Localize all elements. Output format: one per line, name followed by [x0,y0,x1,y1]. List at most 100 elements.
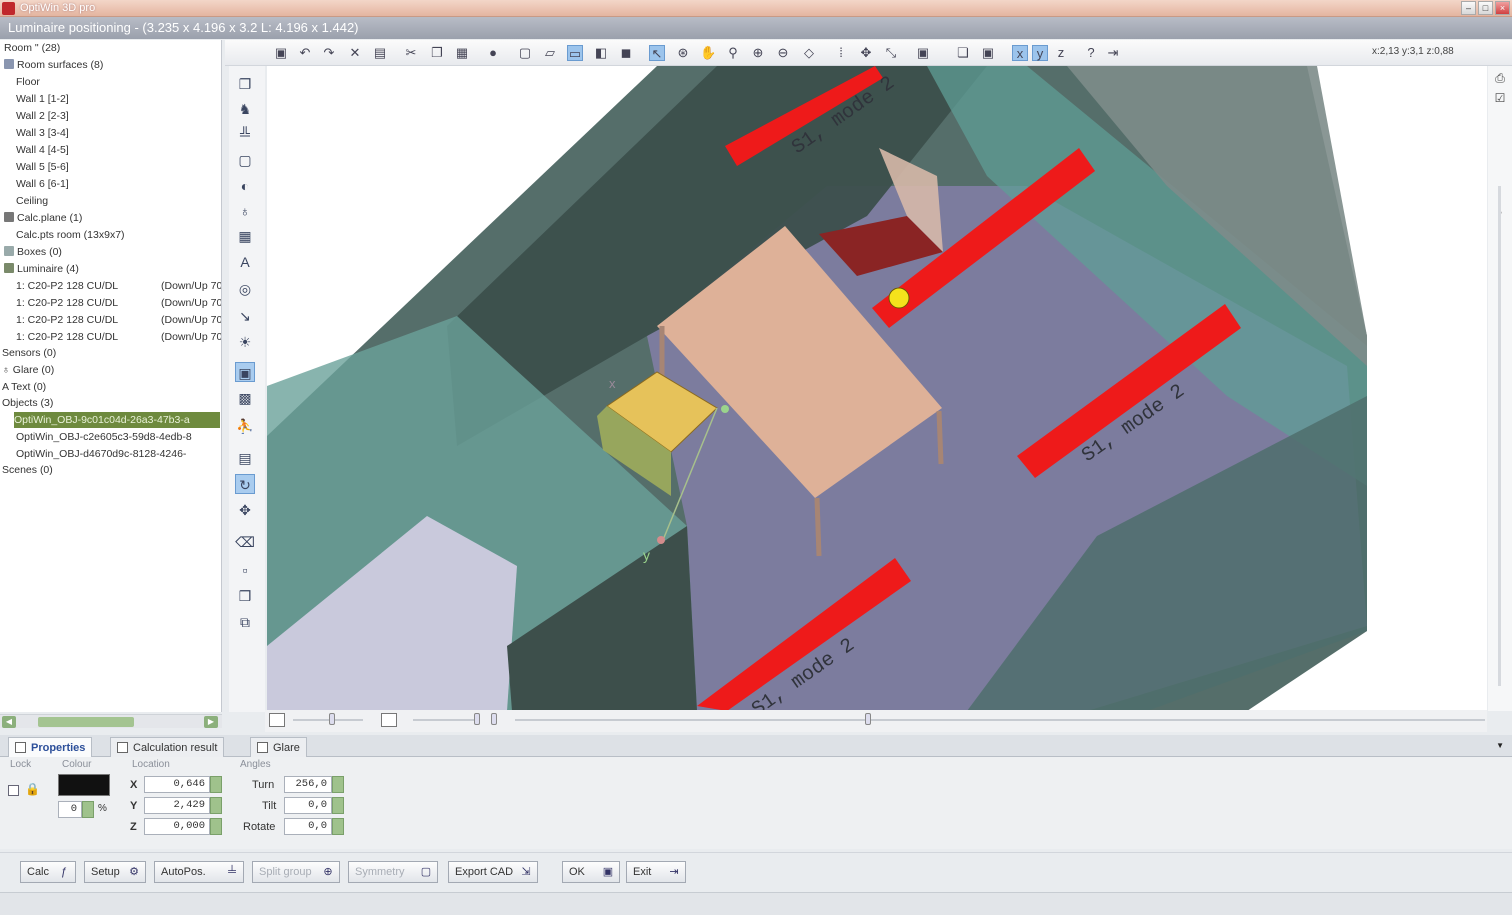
tree-item-object[interactable]: OptiWin_OBJ-c2e605c3-59d8-4edb-8 [16,429,192,445]
tree-item-wall[interactable]: Wall 3 [3-4] [16,125,69,141]
zoom-extents-icon[interactable]: ◇ [801,45,817,61]
view-front-icon[interactable]: ▢ [517,45,533,61]
setup-button[interactable]: Setup ⚙ [84,861,146,883]
vertical-slider[interactable] [1498,186,1501,686]
tab-glare[interactable]: Glare [250,737,307,757]
location-y-spinner[interactable] [210,797,222,814]
tree-item-luminaire-entry[interactable]: 1: C20-P2 128 CU/DL (Down/Up 70 [16,312,221,328]
delete-icon[interactable]: ✕ [347,45,363,61]
frame-tool-icon[interactable]: ▫ [235,560,255,580]
texture-tool-icon[interactable]: ▤ [235,448,255,468]
sensor-tool-icon[interactable]: ♁ [235,201,255,221]
view-iso-icon[interactable]: ◧ [593,45,609,61]
line-tool-icon[interactable]: ↘ [235,306,255,326]
select-object-icon[interactable]: ▣ [235,362,255,382]
tree-item-boxes[interactable]: Boxes (0) [4,244,62,260]
colour-spinner[interactable] [82,801,94,818]
info-icon[interactable]: ⇥ [1105,45,1121,61]
3d-viewport[interactable]: S1, mode 2 S1, mode 2 S1, mode 2 x y [267,66,1487,711]
axis-handle-icon[interactable] [657,536,665,544]
turn-spinner[interactable] [332,776,344,793]
zoom-out-icon[interactable]: ⊖ [775,45,791,61]
tree-item-ceiling[interactable]: Ceiling [16,193,48,209]
table-tool-icon[interactable]: ▦ [235,226,255,246]
tree-item-room[interactable]: Room " (28) [4,40,60,56]
pan-hand-icon[interactable]: ✋ [700,45,716,61]
zoom-slider-knob[interactable] [329,713,335,725]
save-view-icon[interactable]: ▣ [980,45,996,61]
colour-percent-field[interactable]: 0 [58,801,82,818]
frame-box-icon[interactable] [381,713,397,727]
tree-item-glare[interactable]: ♁ Glare (0) [2,362,54,378]
rotate-spinner[interactable] [332,818,344,835]
check-icon[interactable]: ☑ [1492,90,1508,106]
circle-tool-icon[interactable]: ◎ [235,279,255,299]
zoom-icon[interactable]: ⚲ [725,45,741,61]
tree-item-room-surfaces[interactable]: Room surfaces (8) [4,57,103,73]
scroll-left-arrow-icon[interactable]: ◀ [2,716,16,728]
tree-item-object-selected[interactable]: OptiWin_OBJ-9c01c04d-26a3-47b3-a [14,412,220,428]
axis-x-icon[interactable]: x [1012,45,1028,61]
tree-item-calc-points[interactable]: Calc.pts room (13x9x7) [16,227,125,243]
cut-icon[interactable]: ✂ [403,45,419,61]
luminaire-target-icon[interactable] [888,287,910,309]
frame-slider-track[interactable] [413,719,479,721]
tree-item-luminaire-entry[interactable]: 1: C20-P2 128 CU/DL (Down/Up 70 [16,295,221,311]
rotate-tool-icon[interactable]: ↻ [235,474,255,494]
redo-icon[interactable]: ↷ [321,45,337,61]
tree-item-scenes[interactable]: Scenes (0) [2,462,53,478]
camera-icon[interactable] [491,713,497,725]
panel-menu-icon[interactable]: ▼ [1496,741,1504,750]
chair-tool-icon[interactable]: ♞ [235,99,255,119]
scroll-thumb[interactable] [38,717,134,727]
room-tool-icon[interactable]: ❐ [235,74,255,94]
scroll-right-arrow-icon[interactable]: ▶ [204,716,218,728]
copy-view-icon[interactable]: ❏ [955,45,971,61]
timeline-slider-knob[interactable] [865,713,871,725]
render-icon[interactable]: ● [485,45,501,61]
view-side-icon[interactable]: ▱ [542,45,558,61]
move-icon[interactable]: ✥ [858,45,874,61]
orbit-icon[interactable]: ⊛ [675,45,691,61]
tree-item-wall[interactable]: Wall 1 [1-2] [16,91,69,107]
print-icon[interactable]: ⎙ [1492,70,1508,86]
copy-icon[interactable]: ❐ [429,45,445,61]
tree-item-text[interactable]: A Text (0) [2,379,46,395]
layers-tool-icon[interactable]: ❒ [235,586,255,606]
image-tool-icon[interactable]: ▩ [235,388,255,408]
location-z-field[interactable]: 0,000 [144,818,210,835]
tree-item-floor[interactable]: Floor [16,74,40,90]
export-cad-button[interactable]: Export CAD ⇲ [448,861,538,883]
location-z-spinner[interactable] [210,818,222,835]
3d-scene[interactable]: S1, mode 2 S1, mode 2 S1, mode 2 x y [267,66,1487,711]
location-x-spinner[interactable] [210,776,222,793]
resize-icon[interactable]: ⤡ [883,45,899,61]
eraser-tool-icon[interactable]: ⌫ [235,532,255,552]
calc-button[interactable]: Calc ƒ [20,861,76,883]
axis-y-icon[interactable]: y [1032,45,1048,61]
tilt-field[interactable]: 0,0 [284,797,332,814]
tree-item-luminaire-entry[interactable]: 1: C20-P2 128 CU/DL (Down/Up 70 [16,278,221,294]
tree-item-wall[interactable]: Wall 2 [2-3] [16,108,69,124]
tree-item-luminaire[interactable]: Luminaire (4) [4,261,79,277]
tab-calculation-result[interactable]: Calculation result [110,737,225,757]
zoom-box-icon[interactable] [269,713,285,727]
autopos-button[interactable]: AutoPos. ╧ [154,861,244,883]
axis-z-icon[interactable]: z [1053,45,1069,61]
location-x-field[interactable]: 0,646 [144,776,210,793]
undo-icon[interactable]: ↶ [297,45,313,61]
timeline-slider-track[interactable] [515,719,1485,721]
zoom-in-icon[interactable]: ⊕ [750,45,766,61]
minimize-button[interactable]: – [1461,1,1476,15]
colour-swatch[interactable] [58,774,110,796]
maximize-button[interactable]: □ [1478,1,1493,15]
walk-tool-icon[interactable]: ⛹ [235,416,255,436]
plane-tool-icon[interactable]: ▢ [235,150,255,170]
turn-field[interactable]: 256,0 [284,776,332,793]
text-tool-icon[interactable]: A [235,252,255,272]
frame-slider-knob[interactable] [474,713,480,725]
tree-horizontal-scrollbar[interactable]: ◀ ▶ [0,714,222,728]
tilt-spinner[interactable] [332,797,344,814]
ok-button[interactable]: OK ▣ [562,861,620,883]
tree-item-object[interactable]: OptiWin_OBJ-d4670d9c-8128-4246- [16,446,186,462]
